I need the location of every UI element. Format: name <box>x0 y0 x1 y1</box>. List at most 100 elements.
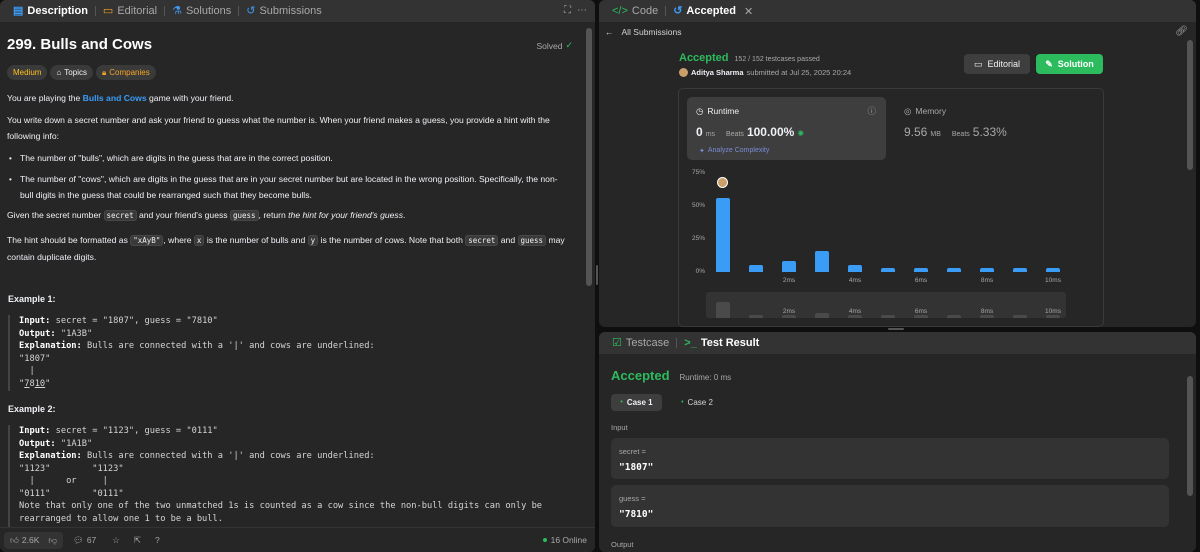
output-label: Output: <box>19 328 56 339</box>
example-note: Note that only one of the two unmatched … <box>19 501 543 511</box>
runtime-bar[interactable] <box>947 268 961 272</box>
desc-text: , where <box>163 235 194 245</box>
like-button[interactable]: 👍︎ 2.6K 👎︎ <box>4 531 64 549</box>
guess-field[interactable]: guess = "7810" <box>611 485 1169 527</box>
history-icon: ↺ <box>246 4 256 17</box>
runtime-bar[interactable] <box>749 265 763 272</box>
mini-bar <box>914 315 928 318</box>
runtime-card[interactable]: ◷ Runtime ⓘ 0 ms Beats 100.00% ✺ ✦ Analyze… <box>687 97 886 160</box>
avatar[interactable] <box>679 68 688 77</box>
horizontal-resize-handle[interactable] <box>888 328 904 330</box>
memory-beats: 5.33% <box>972 125 1007 139</box>
runtime-bar[interactable] <box>1013 268 1027 272</box>
tab-accepted[interactable]: ↺ Accepted ✕ <box>666 0 760 22</box>
mini-bar <box>1013 315 1027 318</box>
tab-testcase[interactable]: ☑ Testcase <box>605 332 676 354</box>
runtime-bar[interactable] <box>782 261 796 272</box>
runtime-bar[interactable] <box>815 250 829 272</box>
memory-unit: MB <box>930 131 941 138</box>
problem-title[interactable]: 299. Bulls and Cows <box>7 36 152 53</box>
secret-field[interactable]: secret = "1807" <box>611 438 1169 479</box>
checkbox-icon: ☑ <box>612 336 622 349</box>
more-icon[interactable]: ⋯ <box>577 5 587 16</box>
bulls-cows-link[interactable]: Bulls and Cows <box>83 93 147 103</box>
thumbs-down-icon[interactable]: 👎︎ <box>48 535 57 546</box>
bullet-cows: The number of "cows", which are digits i… <box>20 174 558 200</box>
description-footer: 👍︎ 2.6K 👎︎ 💬︎ 67 ☆ ⇱ ? 16 Online <box>0 527 595 552</box>
example-line: | or | <box>19 476 108 486</box>
help-icon[interactable]: ? <box>155 535 160 545</box>
analyze-complexity-link[interactable]: ✦ Analyze Complexity <box>699 147 769 155</box>
case-1-label: Case 1 <box>626 398 653 407</box>
description-scrollbar[interactable] <box>586 28 592 286</box>
lock-icon: 🔒︎ <box>101 67 107 77</box>
runtime-bar[interactable] <box>1046 268 1060 272</box>
range-selector[interactable]: 2ms 4ms 6ms 8ms 10ms <box>706 292 1066 318</box>
runtime-bar[interactable] <box>716 198 730 272</box>
runtime-header: ◷ Runtime <box>696 106 739 117</box>
example-explanation: Bulls are connected with a '|' and cows … <box>81 451 375 461</box>
memory-beats-label: Beats <box>951 131 970 138</box>
solution-button[interactable]: ✎ Solution <box>1036 54 1103 74</box>
result-scrollbar[interactable] <box>1187 376 1193 496</box>
tab-editorial-label: Editorial <box>117 5 158 17</box>
tab-submissions[interactable]: ↺ Submissions <box>239 0 329 22</box>
book-icon: ▭ <box>102 4 114 17</box>
companies-chip[interactable]: 🔒︎ Companies <box>95 65 156 80</box>
comments-button[interactable]: 💬︎ 67 <box>73 535 96 546</box>
share-icon[interactable]: ⇱ <box>134 535 141 546</box>
close-icon[interactable]: ✕ <box>744 5 753 18</box>
submission-scrollbar[interactable] <box>1187 40 1193 170</box>
editorial-button[interactable]: ▭ Editorial <box>964 54 1030 74</box>
tab-solutions[interactable]: ⚗ Solutions <box>165 0 238 22</box>
mini-bar <box>782 315 796 318</box>
inline-code: x <box>193 235 205 246</box>
topics-chip[interactable]: ⌂ Topics <box>50 65 93 80</box>
tab-editorial[interactable]: ▭ Editorial <box>96 0 164 22</box>
example1-heading: Example 1: <box>8 294 56 304</box>
online-count: 16 Online <box>550 535 587 545</box>
user-name[interactable]: Aditya Sharma <box>691 68 744 77</box>
memory-value-row: 9.56 MB Beats 5.33% <box>904 125 1007 139</box>
case-2-tab[interactable]: • Case 2 <box>673 394 721 411</box>
runtime-beats: 100.00% <box>746 125 795 139</box>
tab-description[interactable]: ▤ Description <box>6 0 95 22</box>
sparkle-icon: ✦ <box>699 148 705 155</box>
comment-count: 67 <box>86 535 97 545</box>
explanation-label: Explanation: <box>19 451 82 461</box>
example-line: | <box>19 366 35 376</box>
runtime-bar[interactable] <box>848 265 862 272</box>
edit-icon: ✎ <box>1045 58 1053 69</box>
tab-test-result-label: Test Result <box>700 337 760 349</box>
guess-value: "7810" <box>619 509 654 520</box>
link-icon[interactable]: 🔗︎ <box>1175 26 1188 37</box>
expand-icon[interactable]: ⛶ <box>564 5 571 16</box>
pass-dot: • <box>681 399 684 406</box>
back-link[interactable]: ← All Submissions <box>605 27 682 37</box>
vertical-resize-handle[interactable] <box>596 265 598 285</box>
memory-header[interactable]: ◎ Memory <box>904 106 946 117</box>
runtime-bar[interactable] <box>914 268 928 272</box>
topics-label: Topics <box>64 68 87 77</box>
info-icon[interactable]: ⓘ <box>867 105 876 117</box>
example-input: secret = "1807", guess = "7810" <box>50 316 218 326</box>
tab-test-result[interactable]: >_ Test Result <box>677 332 766 354</box>
runtime-bar[interactable] <box>881 268 895 272</box>
bullet-dot: • <box>9 154 12 163</box>
tab-description-label: Description <box>27 5 88 17</box>
runtime-value: 0 <box>696 125 703 139</box>
example-output: "1A3B" <box>55 328 93 339</box>
star-icon[interactable]: ☆ <box>112 535 120 546</box>
desc-paragraph-2: You write down a secret number and ask y… <box>7 115 550 141</box>
output-label: Output: <box>19 438 56 449</box>
tab-accepted-label: Accepted <box>686 5 736 17</box>
case-1-tab[interactable]: • Case 1 <box>611 394 662 411</box>
desc-text: Given the secret number <box>7 210 104 220</box>
tab-code[interactable]: </> Code <box>605 0 665 22</box>
input-label: Input: <box>19 426 51 436</box>
submitted-at: submitted at Jul 25, 2025 20:24 <box>746 68 852 77</box>
example-line: "1123" "1123" <box>19 463 124 474</box>
description-panel: ▤ Description ▭ Editorial ⚗ Solutions ↺ … <box>0 0 595 552</box>
runtime-bar[interactable] <box>980 268 994 272</box>
memory-value: 9.56 <box>904 125 928 139</box>
